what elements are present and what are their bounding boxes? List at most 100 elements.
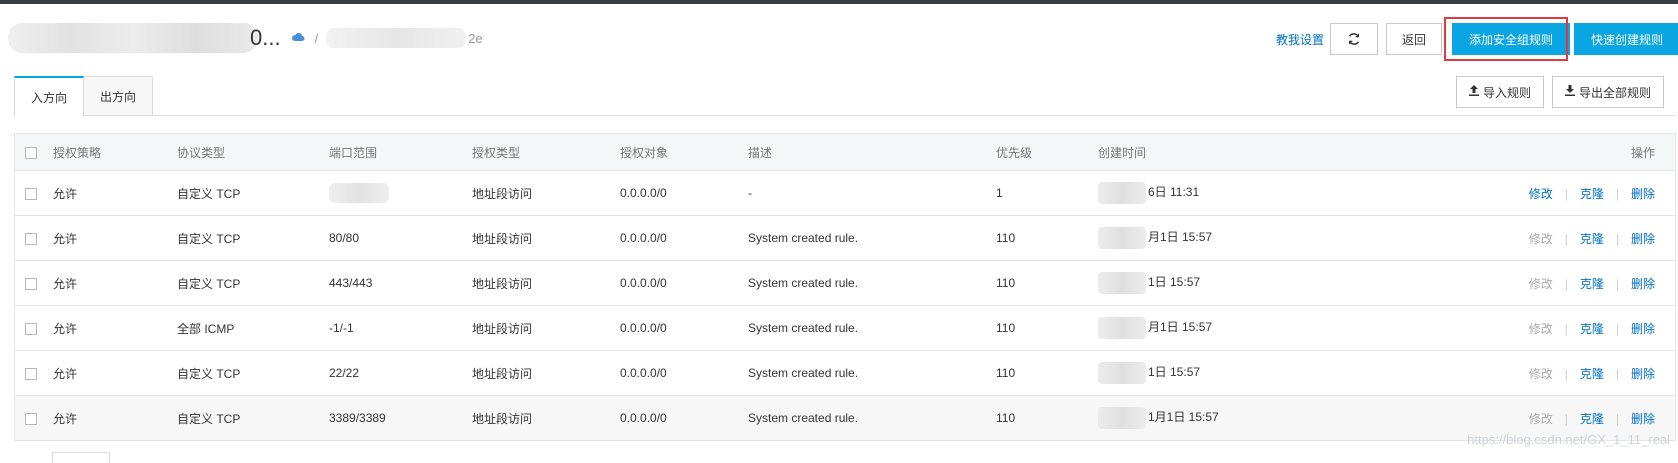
cell-operations: 修改 | 克隆 | 删除	[1396, 275, 1675, 292]
refresh-icon	[1348, 33, 1360, 45]
cell-description: System created rule.	[748, 276, 859, 290]
row-checkbox[interactable]	[25, 232, 37, 245]
cell-description: System created rule.	[748, 231, 859, 245]
cell-priority: 110	[996, 366, 1016, 380]
clone-link[interactable]: 克隆	[1580, 412, 1604, 426]
table-row: 允许 全部 ICMP -1/-1 地址段访问 0.0.0.0/0 System creat…	[15, 306, 1675, 351]
cell-port: -1/-1	[329, 321, 354, 335]
rules-table: 授权策略 协议类型 端口范围 授权类型 授权对象 描述 优先级 创建时间 操作 …	[14, 133, 1676, 441]
breadcrumb-separator: /	[314, 30, 319, 46]
cell-auth-type: 地址段访问	[472, 276, 533, 291]
table-row: 允许 自定义 TCP 443/443 地址段访问 0.0.0.0/0 System cre…	[15, 261, 1675, 306]
cell-created-time: 月1日 15:57	[1096, 227, 1396, 249]
op-separator: |	[1564, 231, 1568, 246]
cell-auth-type: 地址段访问	[472, 411, 533, 426]
blurred-port	[329, 183, 389, 203]
cell-priority: 110	[996, 411, 1016, 425]
row-checkbox[interactable]	[25, 277, 37, 290]
op-separator: |	[1615, 276, 1619, 291]
tabs-divider	[14, 115, 1674, 116]
delete-link[interactable]: 删除	[1631, 232, 1655, 246]
cell-description: System created rule.	[748, 366, 859, 380]
watermark: https://blog.csdn.net/GX_1_11_real	[1467, 432, 1670, 447]
cell-policy: 允许	[53, 231, 78, 246]
cell-protocol: 自定义 TCP	[177, 276, 241, 291]
cell-protocol: 自定义 TCP	[177, 411, 241, 426]
cell-auth-object: 0.0.0.0/0	[620, 366, 667, 380]
col-header-auth-type: 授权类型	[472, 145, 521, 160]
created-time-text: 1日 15:57	[1148, 365, 1201, 380]
select-all-checkbox[interactable]	[25, 146, 37, 159]
cell-priority: 110	[996, 321, 1016, 335]
tab-outbound[interactable]: 出方向	[84, 76, 154, 116]
row-select-cell	[15, 186, 51, 200]
cloud-icon	[291, 31, 305, 45]
op-separator: |	[1564, 366, 1568, 381]
export-all-rules-button[interactable]: 导出全部规则	[1551, 76, 1664, 108]
select-all-cell	[15, 145, 51, 159]
col-header-auth-object: 授权对象	[620, 145, 669, 160]
cell-description: System created rule.	[748, 411, 859, 425]
edit-link[interactable]: 修改	[1529, 412, 1553, 426]
row-checkbox[interactable]	[25, 367, 37, 380]
group-id-suffix: 2e	[468, 30, 483, 46]
blurred-date	[1098, 227, 1146, 249]
direction-tabs: 入方向 出方向	[14, 76, 154, 117]
import-rules-button[interactable]: 导入规则	[1455, 76, 1544, 108]
cell-operations: 修改 | 克隆 | 删除	[1396, 230, 1675, 247]
cell-priority: 1	[996, 186, 1003, 200]
row-checkbox[interactable]	[25, 187, 37, 200]
row-checkbox[interactable]	[25, 322, 37, 335]
cell-policy: 允许	[53, 411, 78, 426]
cell-operations: 修改 | 克隆 | 删除	[1396, 365, 1675, 382]
clone-link[interactable]: 克隆	[1580, 187, 1604, 201]
clone-link[interactable]: 克隆	[1580, 367, 1604, 381]
edit-link[interactable]: 修改	[1529, 232, 1553, 246]
col-header-description: 描述	[748, 145, 773, 160]
op-separator: |	[1615, 366, 1619, 381]
created-time-text: 1日 15:57	[1148, 275, 1201, 290]
cell-auth-type: 地址段访问	[472, 366, 533, 381]
upload-icon	[1468, 85, 1479, 99]
cell-created-time: 1日 15:57	[1096, 362, 1396, 384]
quick-create-rule-button[interactable]: 快速创建规则	[1574, 23, 1678, 55]
delete-link[interactable]: 删除	[1631, 187, 1655, 201]
op-separator: |	[1564, 186, 1568, 201]
row-checkbox[interactable]	[25, 412, 37, 425]
top-bar	[0, 0, 1678, 4]
cell-operations: 修改 | 克隆 | 删除	[1396, 185, 1675, 202]
edit-link[interactable]: 修改	[1529, 277, 1553, 291]
add-security-rule-button[interactable]: 添加安全组规则	[1452, 23, 1570, 55]
back-button[interactable]: 返回	[1386, 23, 1442, 55]
cell-priority: 110	[996, 231, 1016, 245]
cell-port: 80/80	[329, 231, 360, 245]
cell-protocol: 全部 ICMP	[177, 321, 235, 336]
edit-link[interactable]: 修改	[1529, 367, 1553, 381]
row-select-cell	[15, 321, 51, 335]
delete-link[interactable]: 删除	[1631, 412, 1655, 426]
refresh-button[interactable]	[1330, 23, 1378, 55]
op-separator: |	[1615, 186, 1619, 201]
blurred-date	[1098, 407, 1146, 429]
teach-me-link[interactable]: 教我设置	[1276, 31, 1324, 48]
cell-auth-type: 地址段访问	[472, 186, 533, 201]
clone-link[interactable]: 克隆	[1580, 232, 1604, 246]
clone-link[interactable]: 克隆	[1580, 277, 1604, 291]
delete-link[interactable]: 删除	[1631, 277, 1655, 291]
cell-policy: 允许	[53, 366, 78, 381]
cell-operations: 修改 | 克隆 | 删除	[1396, 410, 1675, 427]
row-select-cell	[15, 276, 51, 290]
tab-inbound[interactable]: 入方向	[14, 76, 85, 117]
edit-link[interactable]: 修改	[1529, 187, 1553, 201]
cell-description: System created rule.	[748, 321, 859, 335]
delete-link[interactable]: 删除	[1631, 322, 1655, 336]
col-header-created-time: 创建时间	[1098, 145, 1147, 160]
cell-protocol: 自定义 TCP	[177, 366, 241, 381]
edit-link[interactable]: 修改	[1529, 322, 1553, 336]
cell-created-time: 6日 11:31	[1096, 182, 1396, 204]
delete-link[interactable]: 删除	[1631, 367, 1655, 381]
blurred-date	[1098, 182, 1146, 204]
cell-auth-type: 地址段访问	[472, 321, 533, 336]
created-time-text: 月1日 15:57	[1148, 230, 1213, 245]
clone-link[interactable]: 克隆	[1580, 322, 1604, 336]
